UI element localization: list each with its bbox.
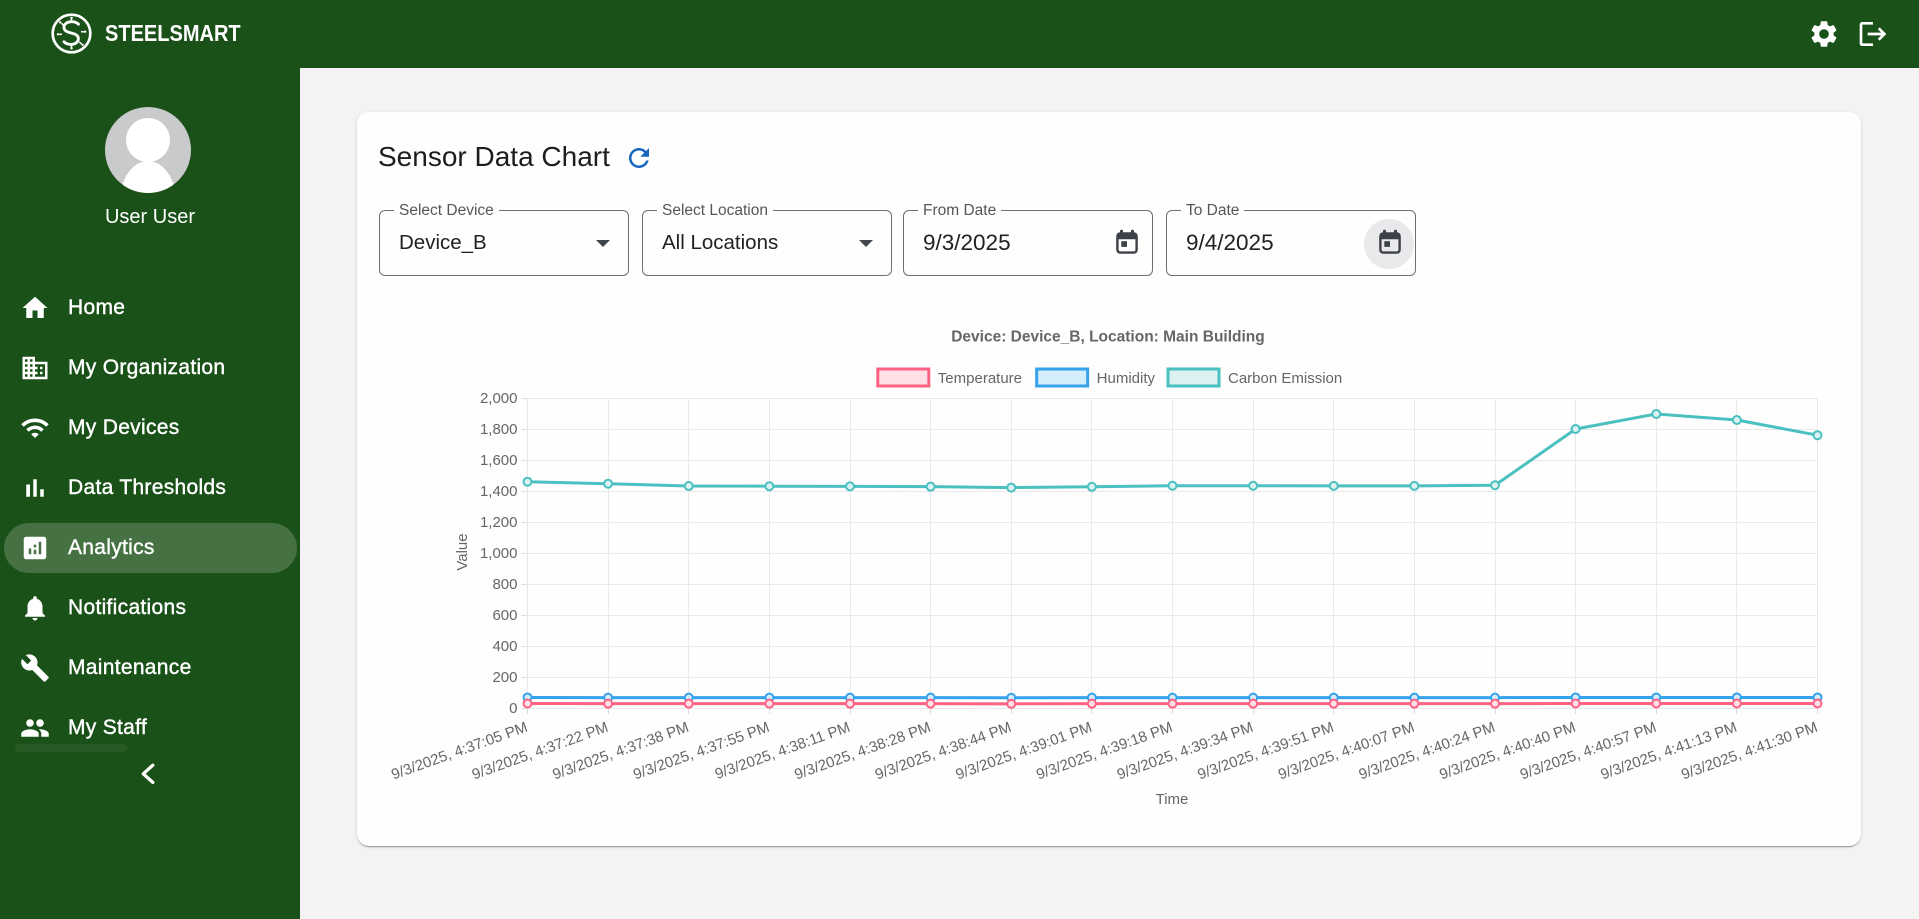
svg-text:Humidity: Humidity: [1097, 370, 1156, 387]
svg-text:9/3/2025, 4:37:05 PM: 9/3/2025, 4:37:05 PM: [389, 719, 530, 784]
svg-text:9/3/2025, 4:41:13 PM: 9/3/2025, 4:41:13 PM: [1599, 719, 1740, 784]
svg-text:600: 600: [492, 607, 517, 624]
svg-text:800: 800: [492, 576, 517, 593]
svg-text:2,000: 2,000: [480, 390, 518, 407]
svg-text:200: 200: [492, 669, 517, 686]
svg-text:9/3/2025, 4:39:34 PM: 9/3/2025, 4:39:34 PM: [1115, 719, 1256, 784]
svg-text:9/3/2025, 4:37:22 PM: 9/3/2025, 4:37:22 PM: [470, 719, 611, 784]
svg-text:1,600: 1,600: [480, 452, 518, 469]
svg-text:1,200: 1,200: [480, 514, 518, 531]
svg-text:9/3/2025, 4:39:01 PM: 9/3/2025, 4:39:01 PM: [954, 719, 1095, 784]
svg-text:9/3/2025, 4:38:44 PM: 9/3/2025, 4:38:44 PM: [873, 719, 1014, 784]
svg-text:9/3/2025, 4:40:57 PM: 9/3/2025, 4:40:57 PM: [1518, 719, 1659, 784]
svg-text:9/3/2025, 4:39:18 PM: 9/3/2025, 4:39:18 PM: [1034, 719, 1175, 784]
svg-text:9/3/2025, 4:40:24 PM: 9/3/2025, 4:40:24 PM: [1357, 719, 1498, 784]
svg-text:9/3/2025, 4:38:11 PM: 9/3/2025, 4:38:11 PM: [713, 719, 853, 783]
svg-text:400: 400: [492, 638, 517, 655]
svg-text:1,400: 1,400: [480, 483, 518, 500]
svg-text:9/3/2025, 4:39:51 PM: 9/3/2025, 4:39:51 PM: [1195, 719, 1336, 784]
svg-text:0: 0: [509, 700, 517, 717]
svg-text:Temperature: Temperature: [938, 370, 1022, 387]
svg-text:1,800: 1,800: [480, 421, 518, 438]
svg-text:Device: Device_B, Location: Ma: Device: Device_B, Location: Main Buildin…: [951, 329, 1265, 346]
svg-text:Carbon Emission: Carbon Emission: [1228, 370, 1342, 387]
svg-text:9/3/2025, 4:37:55 PM: 9/3/2025, 4:37:55 PM: [631, 719, 772, 784]
svg-text:9/3/2025, 4:40:07 PM: 9/3/2025, 4:40:07 PM: [1276, 719, 1417, 784]
svg-text:Value: Value: [454, 533, 471, 570]
svg-text:9/3/2025, 4:38:28 PM: 9/3/2025, 4:38:28 PM: [792, 719, 933, 784]
svg-text:9/3/2025, 4:37:38 PM: 9/3/2025, 4:37:38 PM: [550, 719, 691, 784]
svg-text:Time: Time: [1156, 791, 1189, 808]
svg-text:9/3/2025, 4:41:30 PM: 9/3/2025, 4:41:30 PM: [1679, 719, 1820, 784]
svg-text:9/3/2025, 4:40:40 PM: 9/3/2025, 4:40:40 PM: [1437, 719, 1578, 784]
svg-text:1,000: 1,000: [480, 545, 518, 562]
